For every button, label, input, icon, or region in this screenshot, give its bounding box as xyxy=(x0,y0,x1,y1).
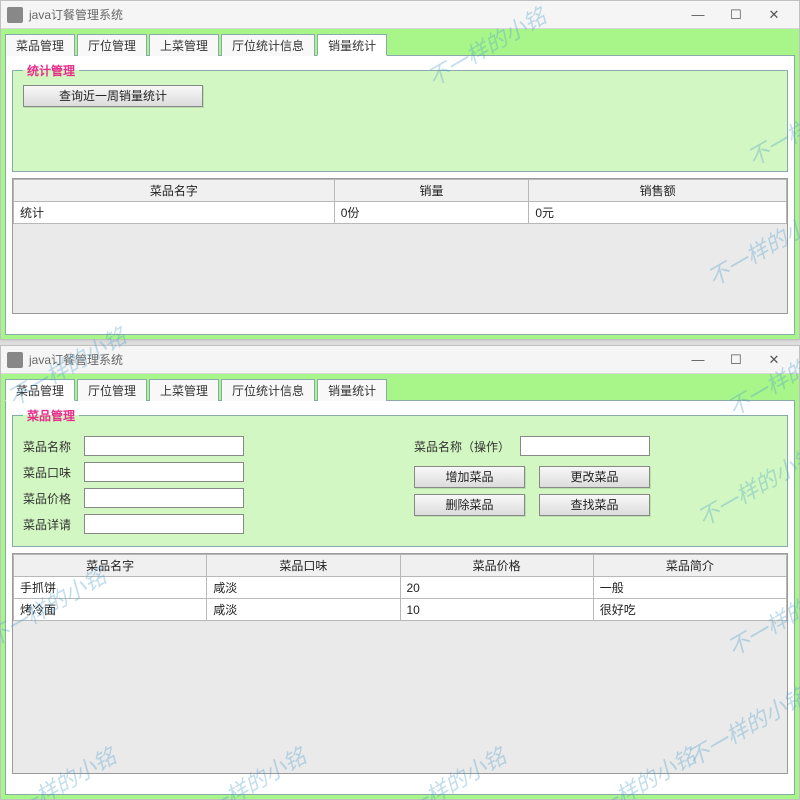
label-dish-desc: 菜品详请 xyxy=(23,516,78,533)
dish-desc-input[interactable] xyxy=(84,514,244,534)
window-title: java订餐管理系统 xyxy=(29,6,123,23)
dish-taste-input[interactable] xyxy=(84,462,244,482)
tab-sales-stats[interactable]: 销量统计 xyxy=(317,34,387,56)
panel-sales-stats: 统计管理 查询近一周销量统计 菜品名字 销量 销售额 统计 0份 0元 xyxy=(5,55,795,335)
query-week-sales-button[interactable]: 查询近一周销量统计 xyxy=(23,85,203,107)
maximize-button[interactable]: ☐ xyxy=(717,348,755,372)
find-dish-button[interactable]: 查找菜品 xyxy=(539,494,650,516)
label-op-name: 菜品名称（操作） xyxy=(414,438,514,455)
col-qty[interactable]: 销量 xyxy=(334,180,529,202)
tab-hall-stats[interactable]: 厅位统计信息 xyxy=(221,34,315,56)
col-dish-price[interactable]: 菜品价格 xyxy=(400,555,593,577)
update-dish-button[interactable]: 更改菜品 xyxy=(539,466,650,488)
label-dish-price: 菜品价格 xyxy=(23,490,78,507)
close-button[interactable]: ✕ xyxy=(755,348,793,372)
titlebar[interactable]: java订餐管理系统 — ☐ ✕ xyxy=(1,1,799,29)
group-dish: 菜品管理 菜品名称 菜品口味 菜品价格 xyxy=(12,407,788,547)
group-title: 统计管理 xyxy=(23,62,79,79)
table-row[interactable]: 烤冷面 咸淡 10 很好吃 xyxy=(14,599,787,621)
delete-dish-button[interactable]: 删除菜品 xyxy=(414,494,525,516)
sales-table-wrap: 菜品名字 销量 销售额 统计 0份 0元 xyxy=(12,178,788,314)
maximize-button[interactable]: ☐ xyxy=(717,3,755,27)
tab-sales-stats[interactable]: 销量统计 xyxy=(317,379,387,401)
tab-serve-mgmt[interactable]: 上菜管理 xyxy=(149,34,219,56)
col-dish-name[interactable]: 菜品名字 xyxy=(14,180,335,202)
tab-hall-mgmt[interactable]: 厅位管理 xyxy=(77,34,147,56)
col-dish-taste[interactable]: 菜品口味 xyxy=(207,555,400,577)
add-dish-button[interactable]: 增加菜品 xyxy=(414,466,525,488)
op-name-input[interactable] xyxy=(520,436,650,456)
dish-price-input[interactable] xyxy=(84,488,244,508)
tab-dish-mgmt[interactable]: 菜品管理 xyxy=(5,379,75,401)
close-button[interactable]: ✕ xyxy=(755,3,793,27)
dish-name-input[interactable] xyxy=(84,436,244,456)
group-title: 菜品管理 xyxy=(23,407,79,424)
tab-hall-mgmt[interactable]: 厅位管理 xyxy=(77,379,147,401)
panel-dish-mgmt: 菜品管理 菜品名称 菜品口味 菜品价格 xyxy=(5,400,795,795)
dish-table[interactable]: 菜品名字 菜品口味 菜品价格 菜品简介 手抓饼 咸淡 20 一般 xyxy=(13,554,787,621)
tabstrip: 菜品管理 厅位管理 上菜管理 厅位统计信息 销量统计 xyxy=(5,33,795,55)
col-dish-name[interactable]: 菜品名字 xyxy=(14,555,207,577)
tab-dish-mgmt[interactable]: 菜品管理 xyxy=(5,34,75,56)
window-dish-mgmt: java订餐管理系统 — ☐ ✕ 菜品管理 厅位管理 上菜管理 厅位统计信息 销… xyxy=(0,345,800,800)
tab-hall-stats[interactable]: 厅位统计信息 xyxy=(221,379,315,401)
dish-table-wrap: 菜品名字 菜品口味 菜品价格 菜品简介 手抓饼 咸淡 20 一般 xyxy=(12,553,788,774)
tabstrip: 菜品管理 厅位管理 上菜管理 厅位统计信息 销量统计 xyxy=(5,378,795,400)
sales-table[interactable]: 菜品名字 销量 销售额 统计 0份 0元 xyxy=(13,179,787,224)
window-title: java订餐管理系统 xyxy=(29,351,123,368)
label-dish-taste: 菜品口味 xyxy=(23,464,78,481)
col-dish-desc[interactable]: 菜品简介 xyxy=(593,555,786,577)
table-row[interactable]: 统计 0份 0元 xyxy=(14,202,787,224)
group-stats: 统计管理 查询近一周销量统计 xyxy=(12,62,788,172)
titlebar[interactable]: java订餐管理系统 — ☐ ✕ xyxy=(1,346,799,374)
col-amount[interactable]: 销售额 xyxy=(529,180,787,202)
app-icon xyxy=(7,352,23,368)
app-icon xyxy=(7,7,23,23)
table-row[interactable]: 手抓饼 咸淡 20 一般 xyxy=(14,577,787,599)
tab-serve-mgmt[interactable]: 上菜管理 xyxy=(149,379,219,401)
label-dish-name: 菜品名称 xyxy=(23,438,78,455)
minimize-button[interactable]: — xyxy=(679,348,717,372)
window-sales-stats: java订餐管理系统 — ☐ ✕ 菜品管理 厅位管理 上菜管理 厅位统计信息 销… xyxy=(0,0,800,340)
minimize-button[interactable]: — xyxy=(679,3,717,27)
